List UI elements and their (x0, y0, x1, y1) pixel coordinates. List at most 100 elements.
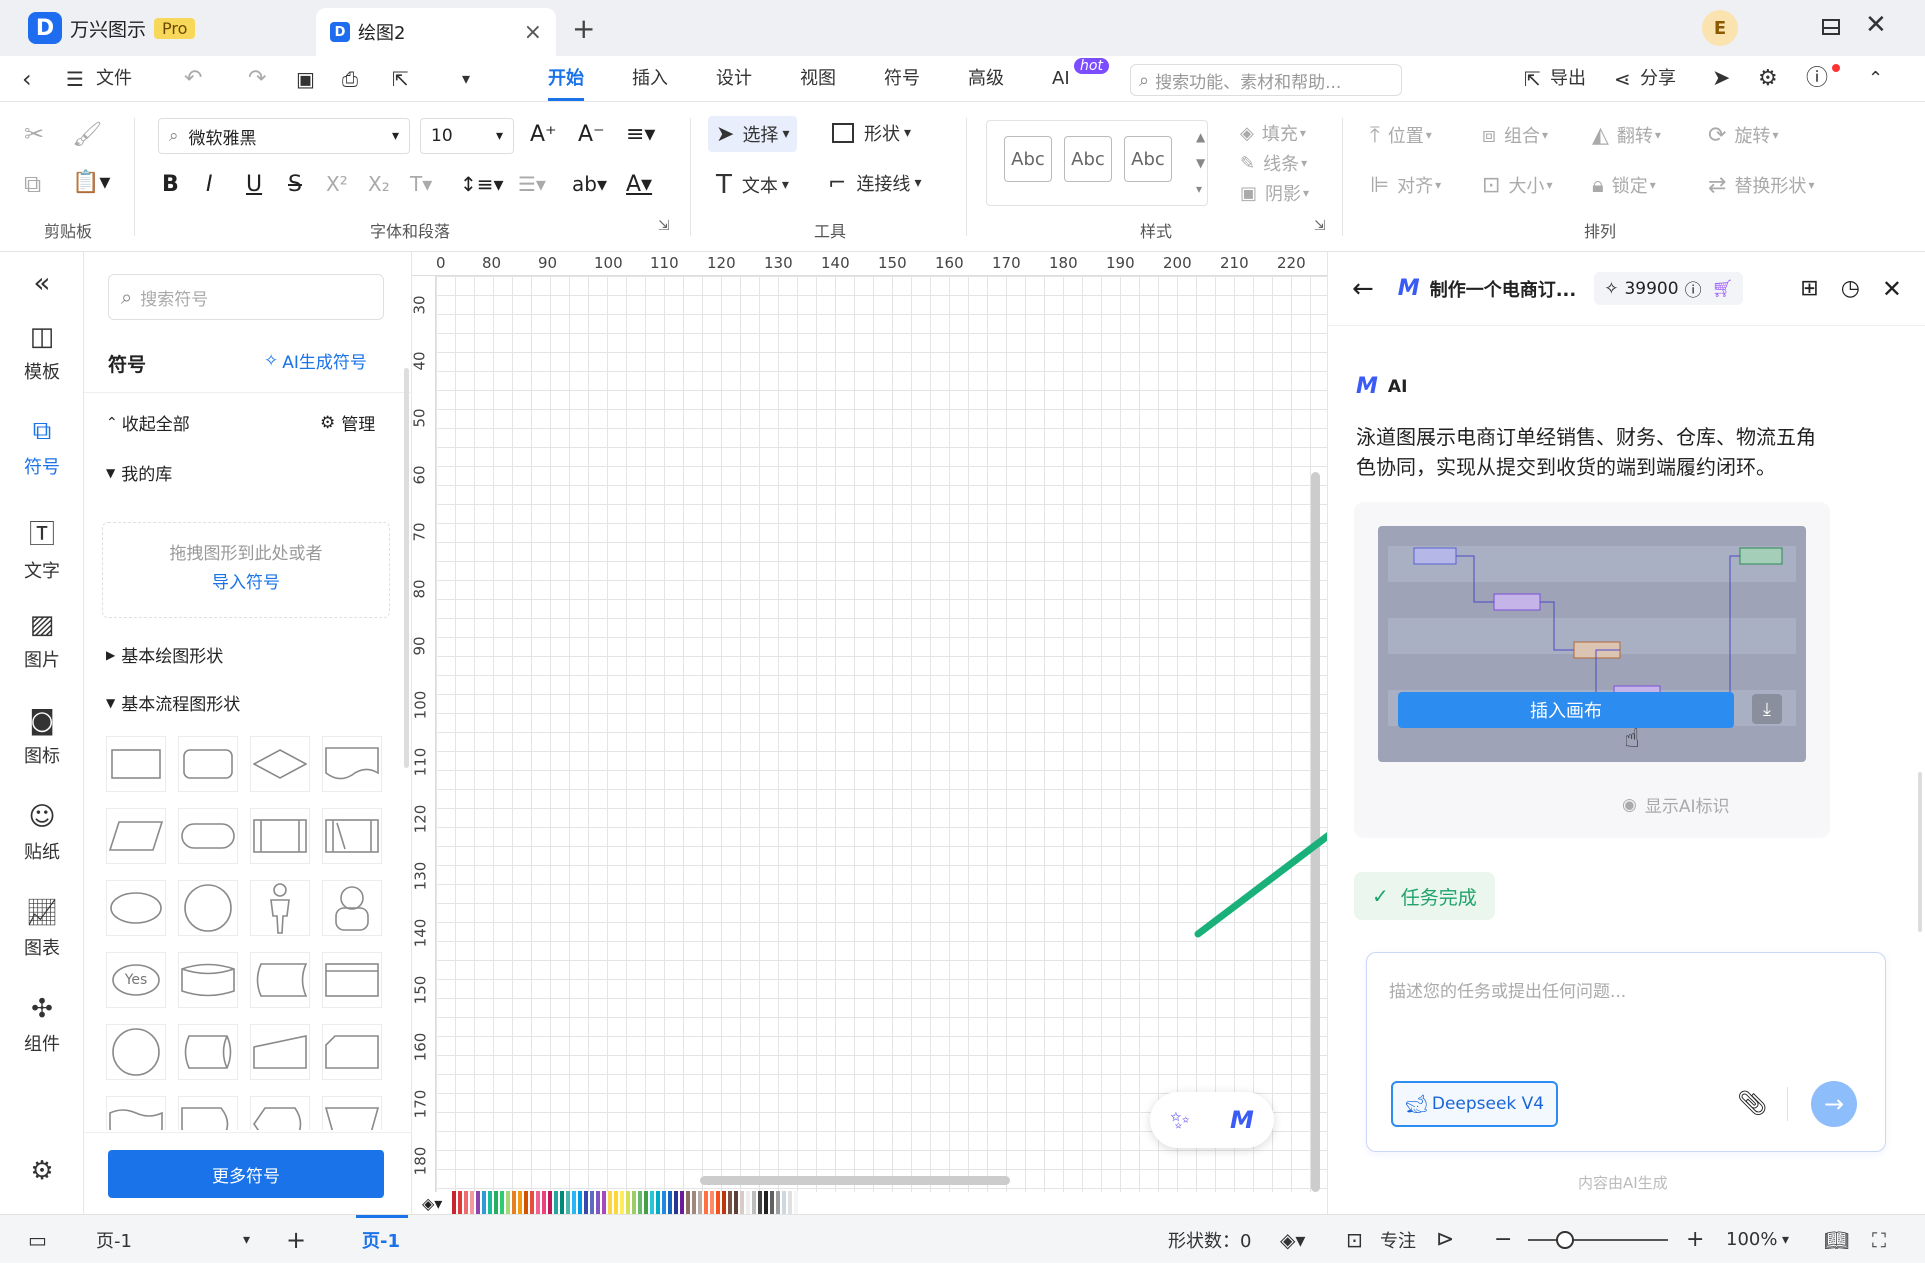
maximize-icon[interactable] (1822, 19, 1840, 35)
bold-icon[interactable]: B (162, 172, 179, 197)
off-page-shape[interactable] (322, 1024, 382, 1080)
zoom-level[interactable]: 100% (1726, 1215, 1777, 1264)
share-button[interactable]: 分享 (1640, 56, 1676, 102)
subscript-icon[interactable]: X₂ (368, 172, 390, 196)
style-sample-3[interactable]: Abc (1124, 136, 1172, 182)
superscript-icon[interactable]: X² (326, 172, 348, 196)
database-shape[interactable] (178, 952, 238, 1008)
paper-tape-shape[interactable] (106, 1096, 166, 1130)
decision-shape[interactable] (250, 736, 310, 792)
text-tool-button[interactable]: T 文本 ▾ (716, 170, 789, 200)
export-icon[interactable]: ⇱ (1524, 56, 1541, 102)
yes-connector-shape[interactable]: Yes (106, 952, 166, 1008)
play-icon[interactable]: ⊳ (1436, 1215, 1454, 1264)
fit-screen-icon[interactable]: ⛶ (1872, 1215, 1886, 1264)
strikethrough-icon[interactable]: S (288, 172, 302, 197)
rounded-rect-shape[interactable] (178, 736, 238, 792)
model-select-button[interactable]: 🐋︎ Deepseek V4 (1391, 1081, 1559, 1127)
export-button[interactable]: 导出 (1550, 56, 1586, 102)
ellipse-shape[interactable] (106, 880, 166, 936)
help-circle-icon[interactable]: ⓘ (1685, 276, 1702, 301)
zoom-slider-track[interactable] (1528, 1239, 1668, 1241)
actor-shape[interactable] (250, 880, 310, 936)
focus-mode-icon[interactable]: ⊡ (1346, 1215, 1363, 1264)
font-color-icon[interactable]: A▾ (626, 172, 652, 197)
tab-start[interactable]: 开始 (548, 56, 584, 102)
color-palette-bar[interactable]: ◈▾ (412, 1191, 1327, 1214)
tab-symbol[interactable]: 符号 (884, 56, 920, 102)
focus-mode-label[interactable]: 专注 (1380, 1215, 1416, 1264)
align-button[interactable]: ⊫ 对齐 ▾ (1370, 172, 1441, 198)
text-style-icon[interactable]: T▾ (410, 172, 432, 196)
predefined-process-shape[interactable] (250, 808, 310, 864)
ai-logo-icon[interactable]: M (1230, 1106, 1254, 1134)
decrease-font-icon[interactable]: A⁻ (578, 122, 605, 147)
collapse-ribbon-icon[interactable]: ⌃ (1868, 56, 1883, 102)
chevron-down-icon[interactable]: ▾ (1782, 1215, 1789, 1264)
style-sample-2[interactable]: Abc (1064, 136, 1112, 182)
basic-shapes-header[interactable]: ▶ 基本绘图形状 (106, 642, 223, 667)
back-arrow-icon[interactable]: ← (1352, 274, 1374, 304)
book-view-icon[interactable]: 📖︎ (1824, 1215, 1849, 1264)
fill-bucket-icon[interactable]: ◈▾ (422, 1194, 442, 1213)
list-icon[interactable]: ☰▾ (518, 172, 546, 196)
nav-components[interactable]: ✣ 组件 (0, 994, 84, 1056)
nav-stickers[interactable]: ☺ 贴纸 (0, 802, 84, 864)
tab-design[interactable]: 设计 (716, 56, 752, 102)
format-painter-icon[interactable]: 🖌 (72, 120, 102, 148)
search-box[interactable]: ⌕ 搜索功能、素材和帮助... (1130, 64, 1402, 96)
help-icon[interactable]: ⓘ (1806, 56, 1828, 102)
close-panel-icon[interactable]: ✕ (1882, 275, 1902, 303)
shape-tool-button[interactable]: 形状 ▾ (832, 120, 911, 146)
avatar[interactable]: E (1702, 10, 1738, 46)
hamburger-icon[interactable]: ☰ (66, 56, 84, 102)
library-drop-zone[interactable]: 拖拽图形到此处或者 导入符号 (102, 522, 390, 618)
line-button[interactable]: ✎ 线条 ▾ (1240, 150, 1307, 176)
collapse-all-button[interactable]: ⌃ 收起全部 (106, 410, 190, 436)
download-icon[interactable]: ⤓ (1752, 694, 1782, 724)
delay-shape[interactable] (178, 1096, 238, 1130)
circle-shape[interactable] (178, 880, 238, 936)
page-panel-icon[interactable]: ▭ (28, 1215, 47, 1264)
tab-advanced[interactable]: 高级 (968, 56, 1004, 102)
style-sample-1[interactable]: Abc (1004, 136, 1052, 182)
paragraph-align-icon[interactable]: ≡▾ (626, 122, 655, 147)
style-dialog-launcher-icon[interactable]: ⇲ (1314, 218, 1326, 234)
zoom-slider-handle[interactable] (1556, 1231, 1574, 1249)
import-symbol-link[interactable]: 导入符号 (103, 568, 389, 593)
shadow-button[interactable]: ▣ 阴影 ▾ (1240, 180, 1309, 206)
tab-ai[interactable]: AI (1052, 56, 1070, 102)
underline-icon[interactable]: U (246, 172, 262, 197)
group-button[interactable]: ⧈ 组合 ▾ (1482, 122, 1548, 148)
font-size-select[interactable]: 10 ▾ (420, 118, 514, 154)
page-tab-active[interactable]: 页-1 (362, 1215, 400, 1264)
close-tab-icon[interactable]: × (524, 20, 542, 45)
color-swatches[interactable] (452, 1191, 800, 1214)
nav-text[interactable]: 🅃 文字 (0, 514, 84, 583)
history-clock-icon[interactable]: ◷ (1841, 276, 1860, 301)
magic-wand-icon[interactable]: ✨︎ (1170, 1106, 1190, 1134)
send-button[interactable]: → (1811, 1081, 1857, 1127)
print-icon[interactable]: ⎙ (342, 56, 358, 102)
font-dialog-launcher-icon[interactable]: ⇲ (658, 218, 670, 234)
nav-images[interactable]: ▨ 图片 (0, 610, 84, 672)
manage-button[interactable]: ⚙ 管理 (320, 410, 375, 436)
more-symbols-button[interactable]: 更多符号 (108, 1150, 384, 1198)
redo-icon[interactable]: ↷ (248, 56, 266, 102)
share-icon[interactable]: ⋖ (1614, 56, 1631, 102)
copy-icon[interactable]: ⧉ (24, 170, 41, 198)
gallery-scroll-icon[interactable]: ▲ ▼ ▾ (1196, 124, 1205, 202)
save-icon[interactable]: ▣ (296, 56, 315, 102)
close-window-icon[interactable]: ✕ (1865, 10, 1887, 40)
send-icon[interactable]: ➤ (1712, 56, 1730, 102)
circle-outline-shape[interactable] (106, 1024, 166, 1080)
file-menu[interactable]: 文件 (96, 56, 132, 102)
layers-icon[interactable]: ◈▾ (1280, 1215, 1305, 1264)
fill-button[interactable]: ◈ 填充 ▾ (1240, 120, 1306, 146)
font-family-select[interactable]: ⌕ 微软雅黑 ▾ (158, 118, 410, 154)
insert-canvas-button[interactable]: 插入画布 (1398, 692, 1734, 728)
new-chat-icon[interactable]: ⊞ (1800, 276, 1818, 301)
basic-flow-header[interactable]: ▼ 基本流程图形状 (106, 690, 240, 715)
position-button[interactable]: ⤒ 位置 ▾ (1370, 122, 1432, 148)
line-spacing-icon[interactable]: ↕≡▾ (460, 172, 504, 196)
